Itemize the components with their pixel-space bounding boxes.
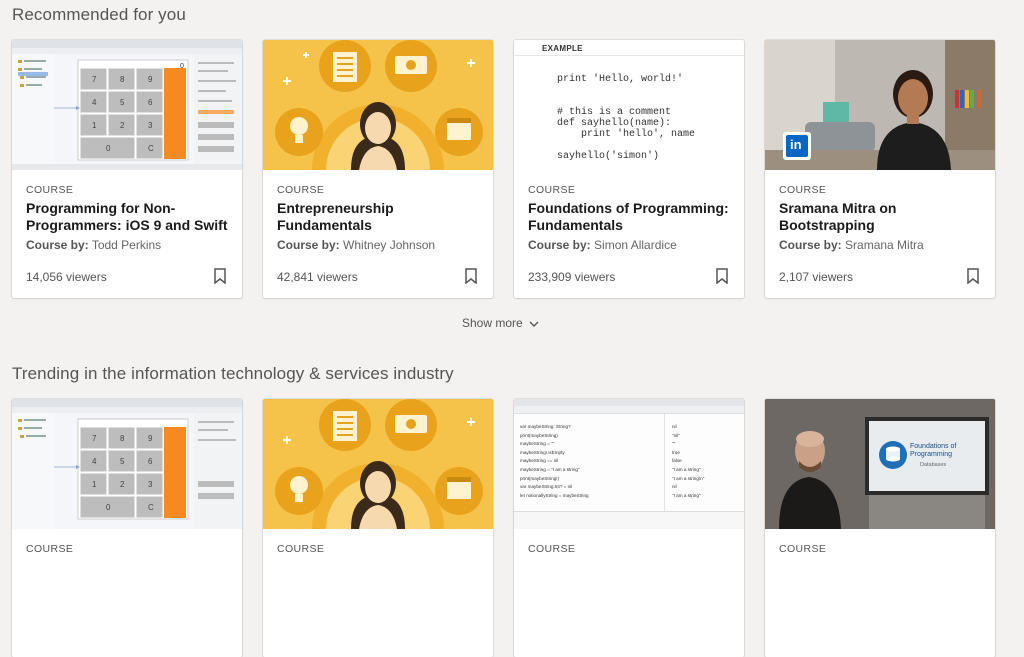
calc-key-label: 5 (120, 98, 125, 107)
bookmark-icon[interactable] (716, 268, 728, 284)
calc-key-label: C (148, 144, 154, 153)
calc-key-label: 4 (92, 98, 97, 107)
calc-key-label: 8 (120, 434, 125, 443)
author-label: Course by: (528, 238, 591, 252)
course-thumbnail-swift-playground[interactable]: var maybeString: String? print(maybeStri… (514, 399, 744, 529)
course-card[interactable]: EXAMPLE print 'Hello, world!' # this is … (514, 40, 744, 298)
linkedin-logo-icon: in (790, 137, 802, 152)
trending-row: 7 8 9 4 5 6 1 2 3 0 C COURSE COURSE var maybeStrin… (12, 399, 1016, 657)
calc-key-label: 4 (92, 457, 97, 466)
swift-code-snippet: var maybeString: String? print(maybeStri… (520, 424, 589, 498)
course-thumbnail-entrepreneurship[interactable] (263, 40, 493, 170)
course-author: Course by: Whitney Johnson (277, 238, 479, 252)
section-title-trending: Trending in the information technology &… (12, 364, 454, 383)
instructor-video-still (765, 399, 995, 529)
calc-key-label: 3 (148, 121, 153, 130)
show-more-button[interactable]: Show more (462, 316, 539, 330)
author-name: Whitney Johnson (343, 238, 436, 252)
calc-key-label: 0 (106, 503, 111, 512)
course-title[interactable]: Programming for Non-Programmers: iOS 9 a… (26, 200, 228, 234)
course-author: Course by: Todd Perkins (26, 238, 228, 252)
bookmark-icon[interactable] (967, 268, 979, 284)
swift-results-sidebar: nil "nil" "" true false "I am a string" … (672, 424, 705, 498)
calc-key-label: 7 (92, 75, 97, 84)
course-kicker: COURSE (277, 184, 325, 196)
calc-key-label: 6 (148, 457, 153, 466)
course-kicker: COURSE (26, 543, 74, 555)
author-label: Course by: (26, 238, 89, 252)
author-name: Simon Allardice (594, 238, 677, 252)
course-kicker: COURSE (528, 543, 576, 555)
course-kicker: COURSE (26, 184, 74, 196)
course-thumbnail-xcode[interactable]: 7 8 9 4 5 6 1 2 3 0 C (12, 399, 242, 529)
course-card[interactable]: 0 7894561230C COURSE Programming for Non… (12, 40, 242, 298)
course-thumbnail-code[interactable]: EXAMPLE print 'Hello, world!' # this is … (514, 40, 744, 170)
author-name: Todd Perkins (91, 238, 162, 252)
chevron-down-icon (529, 321, 539, 327)
course-kicker: COURSE (277, 543, 325, 555)
xcode-calculator-illustration: 0 7 8 94 5 61 2 30 C (12, 40, 242, 170)
calc-key-label: 7 (92, 434, 97, 443)
course-thumbnail-photo[interactable]: in (765, 40, 995, 170)
course-kicker: COURSE (528, 184, 576, 196)
calc-key-label: 2 (120, 480, 125, 489)
course-card[interactable]: 7 8 9 4 5 6 1 2 3 0 C COURSE (12, 399, 242, 657)
calc-operator-column (164, 427, 186, 518)
calc-key-label: 8 (120, 75, 125, 84)
code-snippet: print 'Hello, world!' # this is a commen… (557, 74, 696, 162)
course-kicker: COURSE (779, 543, 827, 555)
section-title-recommended: Recommended for you (12, 5, 186, 24)
code-example-label: EXAMPLE (542, 44, 583, 53)
screen-title: Foundations of Programming (910, 443, 957, 458)
course-thumbnail-entrepreneurship[interactable] (263, 399, 493, 529)
course-title[interactable]: Foundations of Programming: Fundamentals (528, 200, 730, 234)
course-kicker: COURSE (779, 184, 827, 196)
course-thumbnail-xcode[interactable]: 0 7894561230C (12, 40, 242, 170)
screen-subtitle: Databases (920, 462, 947, 468)
show-more-label: Show more (462, 316, 523, 330)
calc-key-label: 9 (148, 434, 153, 443)
xcode-calculator-illustration: 7 8 9 4 5 6 1 2 3 0 C (12, 399, 242, 529)
recommended-row: 0 7894561230C COURSE Programming for Non… (12, 40, 1016, 298)
entrepreneurship-illustration (263, 399, 493, 529)
calc-key-label: 5 (120, 457, 125, 466)
viewer-count: 2,107 viewers (779, 270, 854, 284)
calc-key-label: 0 (106, 144, 111, 153)
course-author: Course by: Sramana Mitra (779, 238, 981, 252)
course-card[interactable]: var maybeString: String? print(maybeStri… (514, 399, 744, 657)
course-author: Course by: Simon Allardice (528, 238, 730, 252)
calc-key-label: C (148, 503, 154, 512)
calc-key-label: 2 (120, 121, 125, 130)
course-card[interactable]: in COURSE Sramana Mitra on Bootstrapping… (765, 40, 995, 298)
bookmark-icon[interactable] (465, 268, 477, 284)
calc-key-label: 1 (92, 480, 97, 489)
calc-key-label: 3 (148, 480, 153, 489)
calc-key-label: 1 (92, 121, 97, 130)
viewer-count: 42,841 viewers (277, 270, 358, 284)
entrepreneurship-illustration (263, 40, 493, 170)
course-card[interactable]: COURSE Entrepreneurship Fundamentals Cou… (263, 40, 493, 298)
viewer-count: 233,909 viewers (528, 270, 616, 284)
course-card[interactable]: Foundations of Programming Databases COU… (765, 399, 995, 657)
bookmark-icon[interactable] (214, 268, 226, 284)
course-title[interactable]: Entrepreneurship Fundamentals (277, 200, 479, 234)
course-title[interactable]: Sramana Mitra on Bootstrapping (779, 200, 981, 234)
calc-key-label: 9 (148, 75, 153, 84)
calc-key-label: 6 (148, 98, 153, 107)
author-label: Course by: (779, 238, 842, 252)
author-label: Course by: (277, 238, 340, 252)
viewer-count: 14,056 viewers (26, 270, 107, 284)
author-name: Sramana Mitra (845, 238, 924, 252)
calc-operator-column (164, 68, 186, 159)
course-card[interactable]: COURSE (263, 399, 493, 657)
course-thumbnail-video[interactable]: Foundations of Programming Databases (765, 399, 995, 529)
